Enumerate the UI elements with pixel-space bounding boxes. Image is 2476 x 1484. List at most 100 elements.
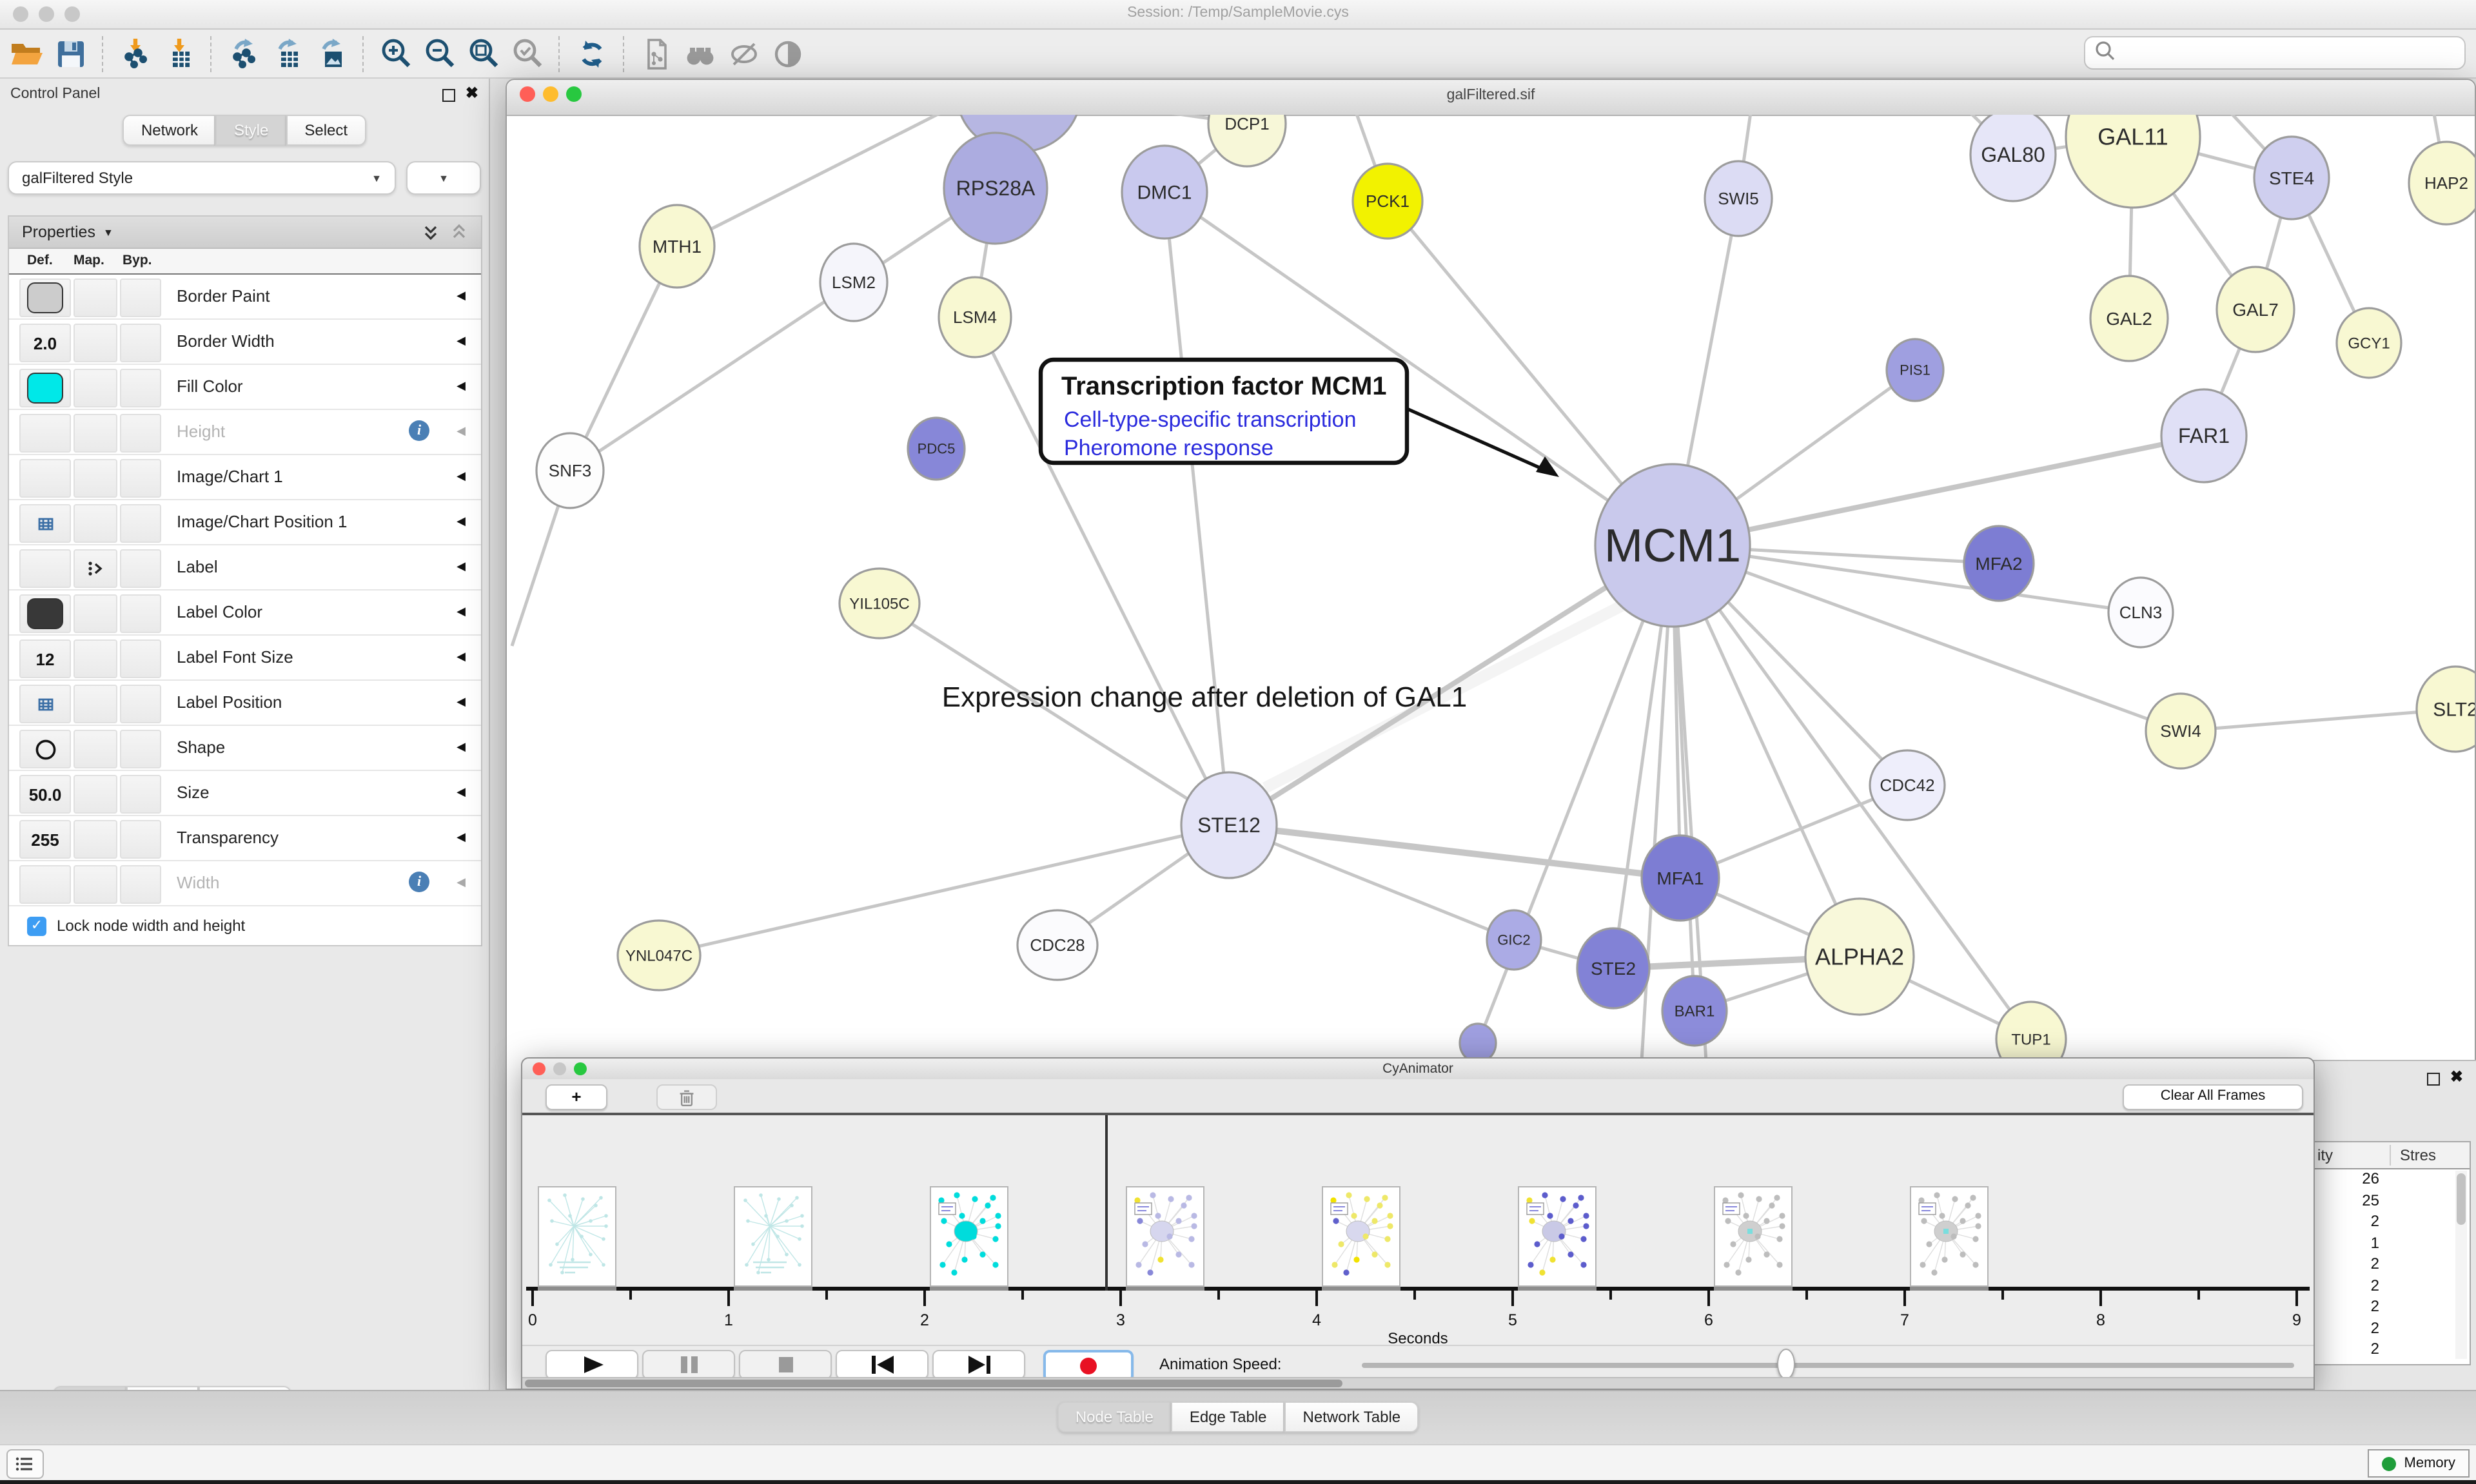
- default-value-cell[interactable]: [19, 459, 71, 498]
- expand-row-icon[interactable]: ◀: [457, 469, 466, 483]
- network-edge[interactable]: [1673, 545, 2181, 731]
- network-edge[interactable]: [1673, 436, 2204, 545]
- tab-style[interactable]: Style: [216, 115, 286, 146]
- frame-thumbnail-5[interactable]: [1518, 1186, 1597, 1287]
- property-row-border-width[interactable]: 2.0Border Width◀: [9, 320, 481, 365]
- clear-all-frames-button[interactable]: Clear All Frames: [2123, 1084, 2303, 1110]
- network-node-MTH1[interactable]: MTH1: [640, 205, 714, 288]
- expand-row-icon[interactable]: ◀: [457, 650, 466, 664]
- table-row[interactable]: 2: [2315, 1340, 2470, 1361]
- mapping-cell[interactable]: [74, 730, 117, 768]
- mapping-cell[interactable]: [74, 865, 117, 904]
- mapping-cell[interactable]: [74, 414, 117, 453]
- node-table-fragment[interactable]: ity Stres 26252122222: [2314, 1141, 2471, 1365]
- memory-button[interactable]: Memory: [2368, 1449, 2470, 1478]
- bypass-cell[interactable]: [120, 324, 161, 362]
- network-caption[interactable]: Expression change after deletion of GAL1: [942, 681, 1468, 713]
- expand-row-icon[interactable]: ◀: [457, 830, 466, 845]
- export-image-icon[interactable]: [312, 34, 351, 73]
- status-menu-button[interactable]: [6, 1449, 44, 1479]
- network-node-STE4[interactable]: STE4: [2254, 137, 2329, 219]
- network-node-FAR1[interactable]: FAR1: [2161, 389, 2246, 482]
- bypass-cell[interactable]: [120, 865, 161, 904]
- table-row[interactable]: 2: [2315, 1276, 2470, 1297]
- network-edge[interactable]: [677, 115, 978, 246]
- lock-size-checkbox[interactable]: ✓: [27, 916, 46, 935]
- color-swatch[interactable]: [27, 373, 63, 404]
- network-edge[interactable]: [1164, 192, 1229, 825]
- expand-row-icon[interactable]: ◀: [457, 695, 466, 709]
- play-button[interactable]: [545, 1350, 638, 1380]
- mapping-cell[interactable]: [74, 278, 117, 317]
- expand-row-icon[interactable]: ◀: [457, 740, 466, 754]
- color-swatch[interactable]: [27, 282, 63, 313]
- network-node-RPS28A[interactable]: RPS28A: [944, 133, 1047, 244]
- mapping-cell[interactable]: [74, 324, 117, 362]
- property-row-label[interactable]: Label◀: [9, 545, 481, 591]
- table-row[interactable]: 2: [2315, 1297, 2470, 1318]
- pause-button[interactable]: [642, 1350, 735, 1380]
- zoom-out-icon[interactable]: [420, 34, 459, 73]
- property-row-label-color[interactable]: Label Color◀: [9, 591, 481, 636]
- bypass-cell[interactable]: [120, 820, 161, 859]
- network-node-LSM4[interactable]: LSM4: [939, 277, 1011, 357]
- save-session-icon[interactable]: [52, 34, 90, 73]
- mapping-cell[interactable]: [74, 504, 117, 543]
- property-row-image-chart-position-1[interactable]: Image/Chart Position 1◀: [9, 500, 481, 545]
- network-node-SWI5[interactable]: SWI5: [1705, 161, 1772, 236]
- default-value-cell[interactable]: [19, 594, 71, 633]
- table-row[interactable]: 2: [2315, 1255, 2470, 1276]
- expand-row-icon[interactable]: ◀: [457, 514, 466, 529]
- bypass-cell[interactable]: [120, 369, 161, 407]
- network-node-GAL80[interactable]: GAL80: [1970, 115, 2056, 201]
- frame-thumbnail-2[interactable]: [930, 1186, 1008, 1287]
- float-panel-icon[interactable]: [2427, 1073, 2440, 1086]
- table-tab-network-table[interactable]: Network Table: [1285, 1401, 1419, 1432]
- network-node-PIS1[interactable]: PIS1: [1887, 339, 1943, 401]
- cyanimator-titlebar[interactable]: CyAnimator: [522, 1059, 2314, 1080]
- close-panel-icon[interactable]: ✖: [2450, 1068, 2463, 1086]
- table-scrollbar[interactable]: [2455, 1171, 2467, 1359]
- default-value-cell[interactable]: 2.0: [19, 324, 71, 362]
- expand-row-icon[interactable]: ◀: [457, 289, 466, 303]
- expand-row-icon[interactable]: ◀: [457, 379, 466, 393]
- network-node-ALPHA2[interactable]: ALPHA2: [1805, 899, 1914, 1015]
- property-row-transparency[interactable]: 255Transparency◀: [9, 816, 481, 861]
- frame-thumbnail-0[interactable]: [538, 1186, 616, 1287]
- bypass-cell[interactable]: [120, 685, 161, 723]
- network-edge[interactable]: [570, 282, 854, 471]
- property-row-label-position[interactable]: Label Position◀: [9, 681, 481, 726]
- network-node-BAR1[interactable]: BAR1: [1662, 976, 1727, 1046]
- collapse-all-icon[interactable]: [450, 223, 468, 241]
- network-node-GCY1[interactable]: GCY1: [2337, 308, 2401, 378]
- default-value-cell[interactable]: [19, 278, 71, 317]
- delete-frame-button[interactable]: [656, 1084, 717, 1110]
- network-edge[interactable]: [879, 603, 1229, 825]
- zoom-fit-icon[interactable]: [464, 34, 503, 73]
- default-value-cell[interactable]: [19, 414, 71, 453]
- property-row-width[interactable]: Widthi◀: [9, 861, 481, 906]
- frame-thumbnail-4[interactable]: [1322, 1186, 1400, 1287]
- expand-all-icon[interactable]: [422, 223, 440, 241]
- property-row-height[interactable]: Heighti◀: [9, 410, 481, 455]
- network-node-MFA2[interactable]: MFA2: [1964, 526, 2034, 601]
- network-node-MFA1[interactable]: MFA1: [1642, 835, 1719, 921]
- table-column-headers[interactable]: ity Stres: [2315, 1142, 2470, 1169]
- timeline-scrollbar[interactable]: [522, 1377, 2314, 1389]
- mapping-cell[interactable]: [74, 775, 117, 814]
- frame-thumbnail-6[interactable]: [1714, 1186, 1793, 1287]
- network-node-LSM2[interactable]: LSM2: [820, 244, 887, 321]
- bypass-cell[interactable]: [120, 459, 161, 498]
- import-network-icon[interactable]: [116, 34, 155, 73]
- frame-thumbnail-7[interactable]: [1910, 1186, 1989, 1287]
- bypass-cell[interactable]: [120, 278, 161, 317]
- mapping-cell[interactable]: [74, 594, 117, 633]
- table-tab-edge-table[interactable]: Edge Table: [1172, 1401, 1285, 1432]
- expand-row-icon[interactable]: ◀: [457, 605, 466, 619]
- zoom-in-icon[interactable]: [377, 34, 415, 73]
- default-value-cell[interactable]: [19, 549, 71, 588]
- properties-header[interactable]: Properties ▼: [9, 217, 481, 249]
- default-value-cell[interactable]: 50.0: [19, 775, 71, 814]
- expand-row-icon[interactable]: ◀: [457, 334, 466, 348]
- tab-select[interactable]: Select: [286, 115, 366, 146]
